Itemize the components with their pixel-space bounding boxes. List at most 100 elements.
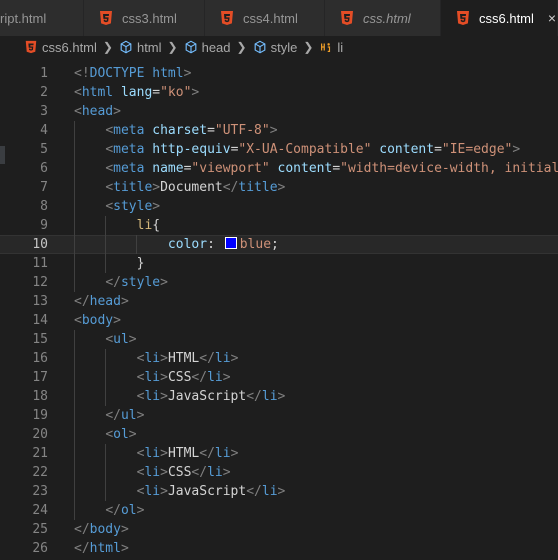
code-text: <style> — [105, 199, 161, 214]
line-number: 12 — [32, 275, 48, 290]
code-text: <li>HTML</li> — [136, 351, 239, 366]
cube-icon — [254, 40, 265, 54]
indent-guide — [105, 349, 107, 406]
code-line[interactable]: 21 <li>HTML</li> — [0, 444, 558, 463]
tab-css6-html[interactable]: css6.html × — [441, 0, 558, 36]
code-line[interactable]: 2 <html lang="ko"> — [0, 83, 558, 102]
line-number: 10 — [32, 237, 48, 252]
line-number: 2 — [40, 85, 48, 100]
code-text: <ul> — [105, 332, 137, 347]
code-editor[interactable]: 1 <!DOCTYPE html> 2 <html lang="ko"> 3 <head>… — [0, 58, 558, 560]
line-number: 24 — [32, 503, 48, 518]
tab-label: css.html — [363, 10, 411, 26]
code-text: <meta http-equiv="X-UA-Compatible" conte… — [105, 142, 521, 157]
breadcrumb-style[interactable]: style — [253, 40, 297, 55]
line-number: 23 — [32, 484, 48, 499]
code-line[interactable]: 4 <meta charset="UTF-8"> — [0, 121, 558, 140]
code-text: <head> — [74, 104, 121, 119]
breadcrumb: css6.html ❯ html ❯ head ❯ style ❯ li — [0, 36, 558, 58]
code-text: <li>CSS</li> — [136, 370, 231, 385]
code-line[interactable]: 22 <li>CSS</li> — [0, 463, 558, 482]
line-number: 19 — [32, 408, 48, 423]
tab-css3-html[interactable]: css3.html — [84, 0, 205, 36]
line-number: 20 — [32, 427, 48, 442]
code-line[interactable]: 26 </html> — [0, 539, 558, 558]
line-number: 4 — [40, 123, 48, 138]
breadcrumb-label: head — [201, 39, 231, 55]
line-number: 7 — [40, 180, 48, 195]
line-number: 25 — [32, 522, 48, 537]
code-text: <title>Document</title> — [105, 180, 286, 195]
indent-guide — [105, 444, 107, 501]
line-number: 9 — [40, 218, 48, 233]
line-number: 14 — [32, 313, 48, 328]
cube-icon — [185, 40, 196, 54]
chevron-right-icon: ❯ — [303, 40, 314, 54]
breadcrumb-li[interactable]: li — [319, 40, 343, 55]
breadcrumb-html[interactable]: html — [119, 40, 162, 55]
code-text: <meta name="viewport" content="width=dev… — [105, 161, 558, 176]
line-number: 17 — [32, 370, 48, 385]
tab-label: ript.html — [0, 10, 47, 26]
code-line[interactable]: 13 </head> — [0, 292, 558, 311]
html5-icon — [457, 11, 469, 25]
indent-guide — [74, 121, 75, 292]
tab-css4-html[interactable]: css4.html — [205, 0, 325, 36]
indent-guide — [136, 235, 138, 254]
code-line[interactable]: 10 color: blue; — [0, 235, 558, 254]
tab-css-html[interactable]: css.html — [325, 0, 441, 36]
code-text: </style> — [105, 275, 168, 290]
code-text: </ul> — [105, 408, 145, 423]
html5-icon — [221, 11, 233, 25]
code-line[interactable]: 5 <meta http-equiv="X-UA-Compatible" con… — [0, 140, 558, 159]
html5-icon — [25, 40, 37, 54]
code-line[interactable]: 17 <li>CSS</li> — [0, 368, 558, 387]
code-text: <!DOCTYPE html> — [74, 66, 192, 81]
line-number: 3 — [40, 104, 48, 119]
breadcrumb-label: css6.html — [42, 39, 97, 55]
close-icon[interactable]: × — [548, 10, 556, 26]
tab-label: css6.html — [479, 10, 534, 26]
code-text: <ol> — [105, 427, 137, 442]
code-line[interactable]: 9 li{ — [0, 216, 558, 235]
code-line[interactable]: 6 <meta name="viewport" content="width=d… — [0, 159, 558, 178]
code-text: </body> — [74, 522, 129, 537]
code-line[interactable]: 20 <ol> — [0, 425, 558, 444]
code-line[interactable]: 25 </body> — [0, 520, 558, 539]
code-line[interactable]: 18 <li>JavaScript</li> — [0, 387, 558, 406]
line-number: 8 — [40, 199, 48, 214]
code-line[interactable]: 8 <style> — [0, 197, 558, 216]
code-line[interactable]: 1 <!DOCTYPE html> — [0, 64, 558, 83]
code-line[interactable]: 11 } — [0, 254, 558, 273]
chevron-right-icon: ❯ — [167, 40, 178, 54]
code-line[interactable]: 3 <head> — [0, 102, 558, 121]
code-line[interactable]: 23 <li>JavaScript</li> — [0, 482, 558, 501]
code-line[interactable]: 15 <ul> — [0, 330, 558, 349]
code-line[interactable]: 16 <li>HTML</li> — [0, 349, 558, 368]
code-line[interactable]: 12 </style> — [0, 273, 558, 292]
code-line[interactable]: 24 </ol> — [0, 501, 558, 520]
html5-icon — [341, 11, 353, 25]
breadcrumb-label: html — [136, 39, 162, 55]
code-text: <meta charset="UTF-8"> — [105, 123, 278, 138]
code-text: </head> — [74, 294, 129, 309]
code-line[interactable]: 14 <body> — [0, 311, 558, 330]
color-swatch[interactable] — [224, 237, 237, 249]
html5-icon — [100, 11, 112, 25]
breadcrumb-file[interactable]: css6.html — [24, 40, 97, 55]
code-text: } — [74, 256, 145, 271]
line-number: 13 — [32, 294, 48, 309]
chevron-right-icon: ❯ — [236, 40, 247, 54]
line-number: 18 — [32, 389, 48, 404]
code-text: </html> — [74, 541, 129, 556]
code-line[interactable]: 19 </ul> — [0, 406, 558, 425]
code-text: <body> — [74, 313, 121, 328]
tab-label: css3.html — [122, 10, 177, 26]
tab-label: css4.html — [243, 10, 298, 26]
indent-guide — [74, 330, 75, 520]
line-number: 6 — [40, 161, 48, 176]
breadcrumb-head[interactable]: head — [184, 40, 231, 55]
chevron-right-icon: ❯ — [102, 40, 113, 54]
code-line[interactable]: 7 <title>Document</title> — [0, 178, 558, 197]
tab-script-html[interactable]: ript.html — [0, 0, 84, 36]
